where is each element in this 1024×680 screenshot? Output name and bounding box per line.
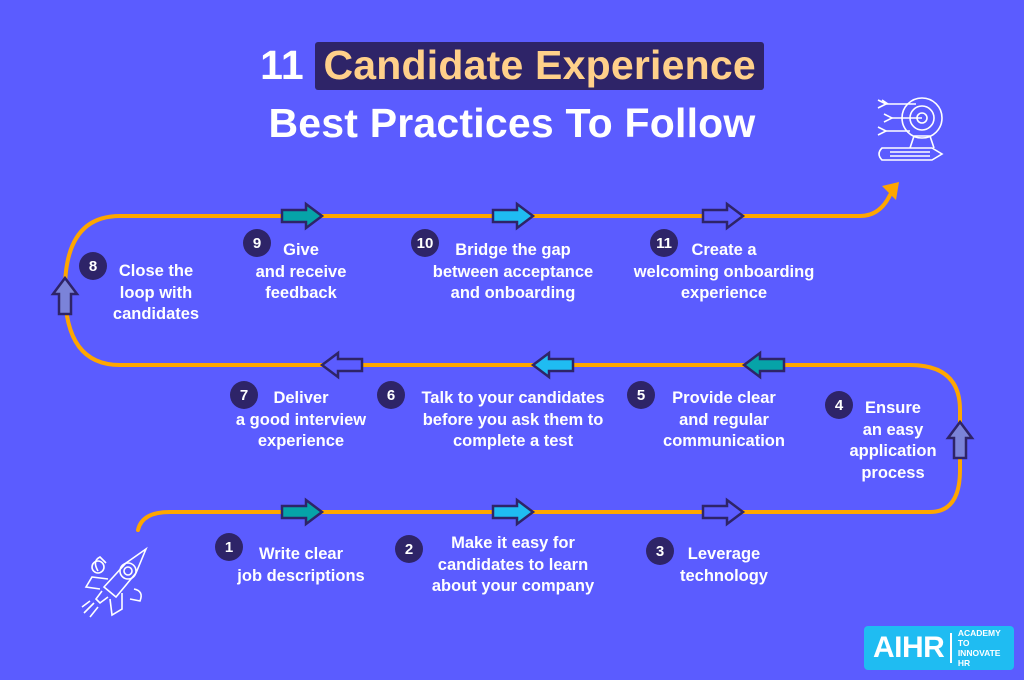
step-label-line: complete a test xyxy=(452,432,574,450)
direction-arrow-left-icon xyxy=(530,350,575,380)
step-label-line: Bridge the gap xyxy=(455,241,571,259)
aihr-logo: AIHR ACADEMY TO INNOVATE HR xyxy=(864,626,1014,670)
step-label-line: job descriptions xyxy=(237,566,365,585)
direction-arrow-right-icon xyxy=(701,497,746,527)
step-10-label: Bridge the gap between acceptance and onbo… xyxy=(403,240,623,305)
direction-arrow-left-icon xyxy=(319,350,364,380)
title-highlight: Candidate Experience xyxy=(315,42,764,90)
step-label-line: Create a xyxy=(691,241,757,259)
step-label-line: a good interview xyxy=(235,410,367,429)
step-7-label: Deliver a good interview experience xyxy=(191,388,411,453)
step-label-line: technology xyxy=(679,566,768,585)
step-label-line: process xyxy=(861,463,925,482)
direction-arrow-left-icon xyxy=(741,350,786,380)
direction-arrow-right-icon xyxy=(491,497,536,527)
step-label-line: feedback xyxy=(265,284,337,302)
step-11-label: Create a welcoming onboarding experience xyxy=(614,240,834,305)
step-label-line: and regular xyxy=(679,410,769,429)
step-5-label: Provide clear and regular communication xyxy=(614,388,834,453)
step-3-label: Leverage technology xyxy=(614,544,834,587)
step-label-line: Talk to your candidates xyxy=(421,389,605,407)
step-6-label: Talk to your candidates before you ask th… xyxy=(403,388,623,453)
step-2-label: Make it easy for candidates to learn about… xyxy=(403,533,623,598)
direction-arrow-right-icon xyxy=(491,201,536,231)
brand-name: AIHR xyxy=(873,631,945,664)
direction-arrow-right-icon xyxy=(701,201,746,231)
step-label-line: between acceptance xyxy=(432,262,594,281)
step-label-line: and receive xyxy=(255,262,347,281)
target-icon xyxy=(877,97,944,161)
title-line-1: 11 Candidate Experience xyxy=(0,42,1024,90)
infographic: 11 Candidate Experience Best Practices T… xyxy=(0,0,1024,680)
step-label-line: Provide clear xyxy=(672,389,776,407)
step-9-label: Give and receive feedback xyxy=(191,240,411,305)
step-label-line: welcoming onboarding xyxy=(633,262,815,281)
brand-tagline-line-2: INNOVATE HR xyxy=(957,648,1001,668)
brand-tagline-line-1: ACADEMY TO xyxy=(957,628,1001,648)
step-label-line: before you ask them to xyxy=(422,410,604,429)
direction-arrow-right-icon xyxy=(280,497,325,527)
step-label-line: about your company xyxy=(431,577,595,595)
step-label-line: Write clear xyxy=(258,545,344,563)
step-1-label: Write clear job descriptions xyxy=(191,544,411,587)
step-label-line: and onboarding xyxy=(450,284,576,302)
step-label-line: Give xyxy=(283,241,319,259)
title-number: 11 xyxy=(260,42,304,88)
direction-arrow-right-icon xyxy=(280,201,325,231)
step-label-line: Make it easy for xyxy=(451,534,575,552)
brand-divider xyxy=(950,633,952,663)
step-label-line: Deliver xyxy=(273,389,329,407)
step-label-line: candidates xyxy=(112,305,200,323)
step-label-line: experience xyxy=(257,432,345,450)
step-label-line: candidates to learn xyxy=(437,555,589,574)
step-label-line: experience xyxy=(680,284,768,302)
step-label-line: communication xyxy=(663,432,785,450)
brand-tagline: ACADEMY TO INNOVATE HR xyxy=(958,628,1014,668)
step-label-line: Leverage xyxy=(687,545,761,563)
rocket-icon xyxy=(81,546,148,618)
